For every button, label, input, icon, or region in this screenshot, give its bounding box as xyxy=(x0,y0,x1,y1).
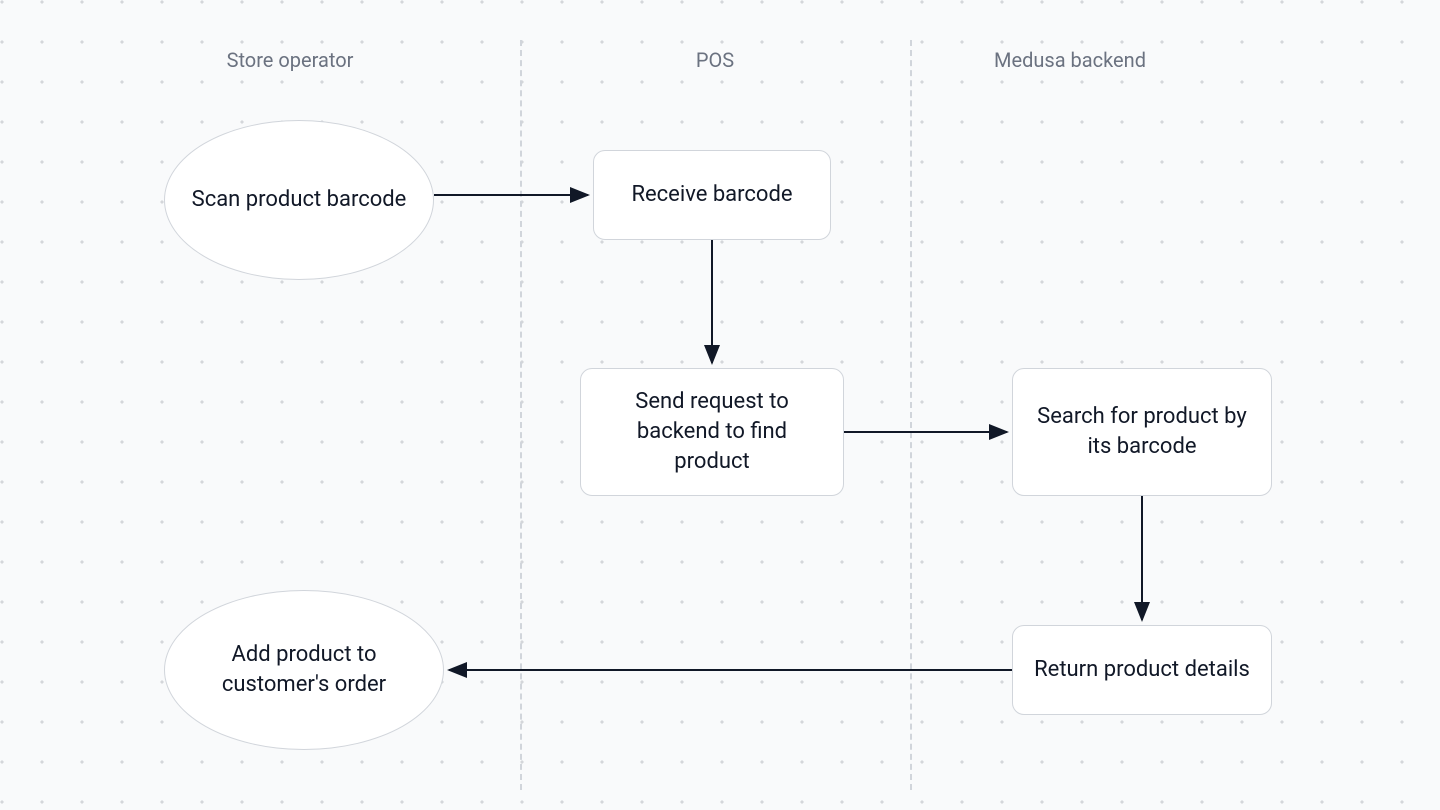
node-text: Search for product by its barcode xyxy=(1031,402,1253,461)
node-send-request: Send request to backend to find product xyxy=(580,368,844,496)
node-text: Return product details xyxy=(1034,655,1250,685)
lane-divider-2 xyxy=(910,40,912,790)
node-text: Scan product barcode xyxy=(192,185,407,215)
lane-divider-1 xyxy=(520,40,522,790)
node-text: Send request to backend to find product xyxy=(599,387,825,476)
lane-label-store-operator: Store operator xyxy=(227,48,354,72)
node-add-product: Add product to customer's order xyxy=(164,590,444,750)
node-search-product: Search for product by its barcode xyxy=(1012,368,1272,496)
node-scan-barcode: Scan product barcode xyxy=(164,120,434,280)
node-receive-barcode: Receive barcode xyxy=(593,150,831,240)
lane-label-backend: Medusa backend xyxy=(994,48,1146,72)
lane-label-pos: POS xyxy=(696,48,734,72)
node-text: Add product to customer's order xyxy=(183,640,425,699)
node-return-details: Return product details xyxy=(1012,625,1272,715)
node-text: Receive barcode xyxy=(631,180,792,210)
